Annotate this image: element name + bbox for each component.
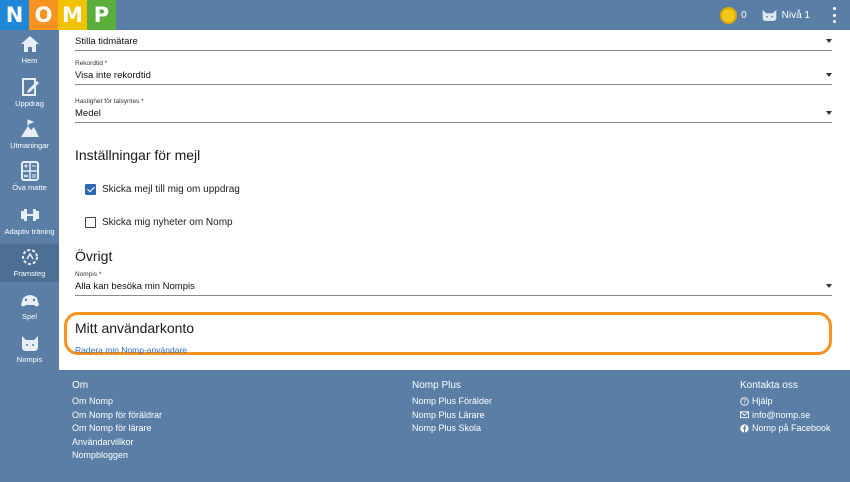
sidebar-item-label: Öva matte <box>12 183 47 192</box>
logo-letter-o: O <box>29 0 58 30</box>
email-assignments-checkbox[interactable]: Skicka mejl till mig om uppdrag <box>85 184 240 195</box>
sidebar-item-spel[interactable]: Spel <box>0 290 59 321</box>
timer-value: Stilla tidmätare <box>75 36 138 47</box>
envelope-icon <box>740 411 749 419</box>
coin-icon <box>720 6 738 24</box>
game-controller-icon <box>20 295 39 307</box>
nompis-visibility-select[interactable]: Nompis * Alla kan besöka min Nompis <box>75 271 832 296</box>
top-bar: N O M P 0 Nivå 1 <box>0 0 850 30</box>
progress-circle-icon <box>21 249 38 265</box>
pencil-paper-icon <box>21 78 39 96</box>
svg-text:?: ? <box>743 399 746 405</box>
footer-contact-column: Kontakta oss ? Hjälp info@nomp.se Nomp p… <box>740 380 831 437</box>
logo-letter-n: N <box>0 0 29 30</box>
sidebar-item-framsteg[interactable]: Framsteg <box>0 244 59 282</box>
speech-speed-value: Medel <box>75 108 101 119</box>
footer-link-parents[interactable]: Om Nomp för föräldrar <box>72 410 162 420</box>
checkbox-label: Skicka mejl till mig om uppdrag <box>102 184 240 195</box>
sidebar-item-nompis[interactable]: Nompis <box>0 333 59 364</box>
cat-face-icon <box>762 9 776 21</box>
sidebar-item-label: Hem <box>21 56 38 65</box>
nompis-label: Nompis * <box>75 271 102 278</box>
settings-panel: Stilla tidmätare Rekordtid * Visa inte r… <box>59 30 845 370</box>
sidebar-item-label: Spel <box>21 312 37 321</box>
sidebar: Hem Uppdrag Utmaningar Öva matte Adaptiv… <box>0 30 59 482</box>
facebook-icon <box>740 423 749 433</box>
record-time-select[interactable]: Rekordtid * Visa inte rekordtid <box>75 60 832 85</box>
footer-link-email[interactable]: info@nomp.se <box>740 410 831 420</box>
home-icon <box>20 36 39 52</box>
level-indicator[interactable]: Nivå 1 <box>782 10 810 21</box>
chevron-down-icon <box>826 111 832 115</box>
chevron-down-icon <box>826 73 832 77</box>
sidebar-item-adaptiv-traning[interactable]: Adaptiv träning <box>0 205 59 236</box>
sidebar-item-label: Nompis <box>16 355 43 364</box>
question-circle-icon: ? <box>740 396 749 406</box>
footer-about-column: Om Om Nomp Om Nomp för föräldrar Om Nomp… <box>72 380 162 464</box>
checkbox-checked-icon[interactable] <box>85 184 96 195</box>
sidebar-item-hem[interactable]: Hem <box>0 34 59 65</box>
footer-link-terms[interactable]: Användarvillkor <box>72 437 162 447</box>
sidebar-item-ova-matte[interactable]: Öva matte <box>0 161 59 192</box>
speech-speed-label: Hastighet för talsyntes * <box>75 98 144 105</box>
footer-link-teachers[interactable]: Om Nomp för lärare <box>72 423 162 433</box>
footer-link-blog[interactable]: Nompbloggen <box>72 450 162 460</box>
footer-link-help[interactable]: ? Hjälp <box>740 396 831 406</box>
sidebar-item-uppdrag[interactable]: Uppdrag <box>0 77 59 108</box>
checkbox-label: Skicka mig nyheter om Nomp <box>102 217 233 228</box>
footer-link-om-nomp[interactable]: Om Nomp <box>72 396 162 406</box>
email-label: info@nomp.se <box>752 409 811 420</box>
footer-contact-heading: Kontakta oss <box>740 380 798 391</box>
mountain-flag-icon <box>20 119 39 137</box>
speech-speed-select[interactable]: Hastighet för talsyntes * Medel <box>75 98 832 123</box>
facebook-label: Nomp på Facebook <box>752 423 831 433</box>
chevron-down-icon <box>826 39 832 43</box>
timer-select[interactable]: Stilla tidmätare <box>75 33 832 51</box>
footer-plus-column: Nomp Plus Nomp Plus Förälder Nomp Plus L… <box>412 380 492 437</box>
account-heading: Mitt användarkonto <box>75 320 195 336</box>
nompis-value: Alla kan besöka min Nompis <box>75 281 195 292</box>
nomp-logo[interactable]: N O M P <box>0 0 116 30</box>
footer-link-plus-school[interactable]: Nomp Plus Skola <box>412 423 492 433</box>
logo-letter-p: P <box>87 0 116 30</box>
delete-account-link[interactable]: Radera min Nomp-användare <box>75 345 187 355</box>
sidebar-item-label: Utmaningar <box>10 141 49 150</box>
chevron-down-icon <box>826 284 832 288</box>
other-heading: Övrigt <box>75 248 113 264</box>
kebab-menu-icon[interactable] <box>828 7 840 23</box>
sidebar-item-label: Adaptiv träning <box>4 227 55 236</box>
page-edge <box>845 30 850 370</box>
footer-link-facebook[interactable]: Nomp på Facebook <box>740 423 831 433</box>
coin-count: 0 <box>741 9 747 21</box>
footer: Om Om Nomp Om Nomp för föräldrar Om Nomp… <box>59 370 850 482</box>
checkbox-unchecked-icon[interactable] <box>85 217 96 228</box>
footer-about-heading: Om <box>72 380 89 391</box>
calculator-icon <box>20 161 39 181</box>
footer-plus-heading: Nomp Plus <box>412 380 461 391</box>
record-time-value: Visa inte rekordtid <box>75 70 151 81</box>
sidebar-item-utmaningar[interactable]: Utmaningar <box>0 119 59 150</box>
email-news-checkbox[interactable]: Skicka mig nyheter om Nomp <box>85 217 233 228</box>
record-time-label: Rekordtid * <box>75 60 108 67</box>
logo-letter-m: M <box>58 0 87 30</box>
sidebar-item-label: Framsteg <box>13 269 46 278</box>
footer-link-plus-teacher[interactable]: Nomp Plus Lärare <box>412 410 492 420</box>
cat-face-icon <box>21 336 38 351</box>
dumbbell-icon <box>20 209 39 221</box>
email-settings-heading: Inställningar för mejl <box>75 147 201 163</box>
footer-link-plus-parent[interactable]: Nomp Plus Förälder <box>412 396 492 406</box>
sidebar-item-label: Uppdrag <box>15 99 44 108</box>
help-label: Hjälp <box>752 396 773 406</box>
